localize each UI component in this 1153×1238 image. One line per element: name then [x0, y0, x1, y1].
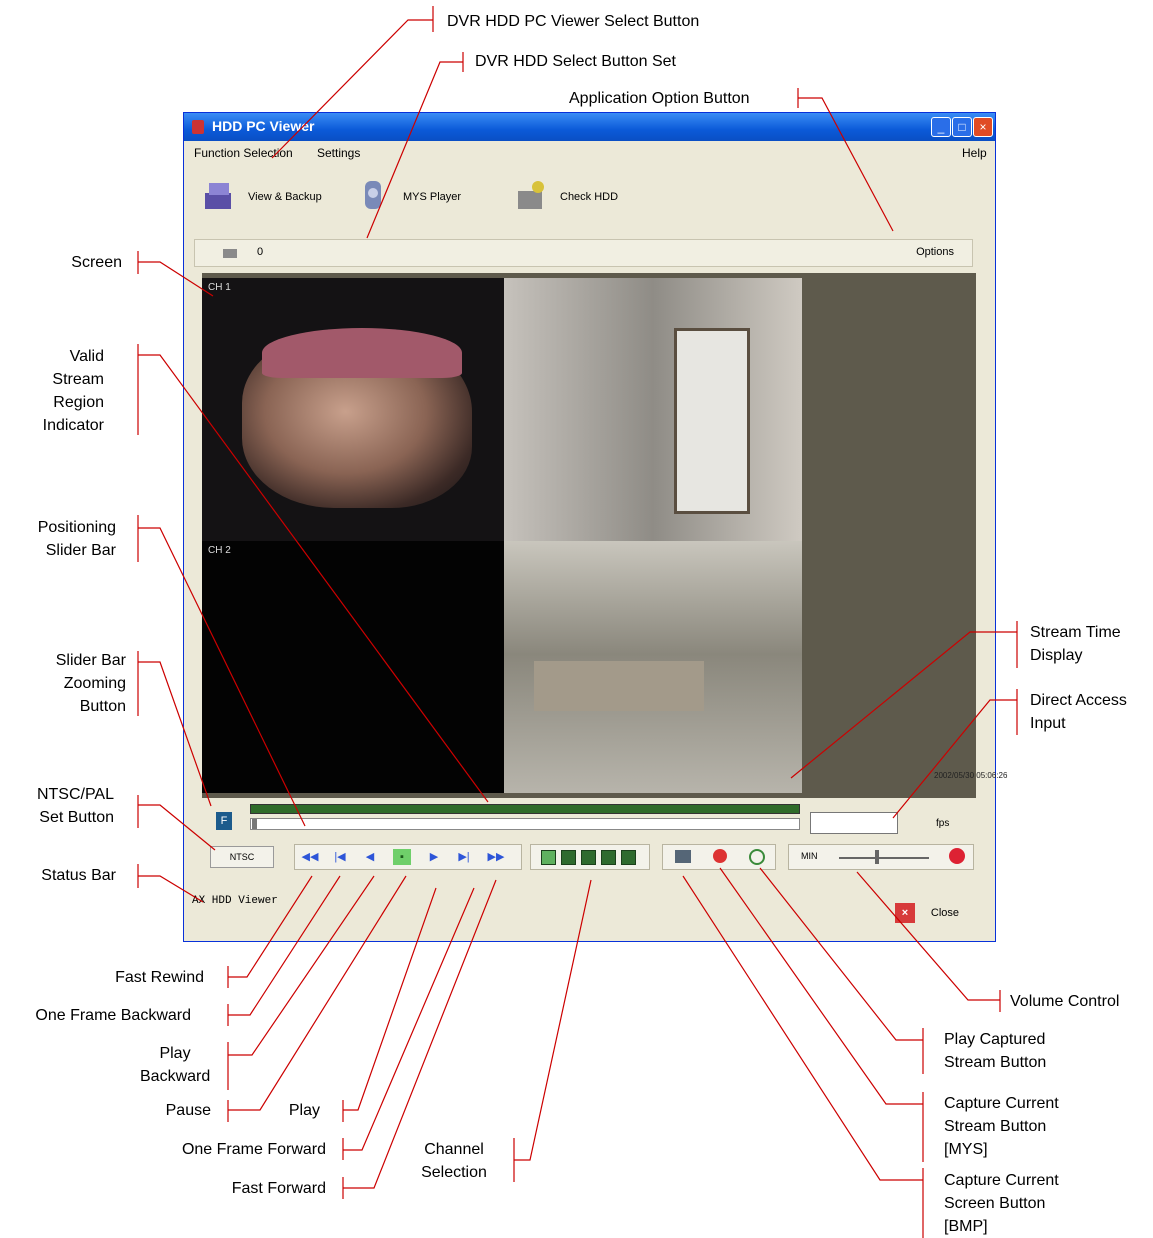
camera-label-1: CH 1 [208, 282, 231, 293]
play-button[interactable]: ▶ [425, 849, 443, 865]
camera-label-2: CH 2 [208, 545, 231, 556]
label-play-backward: Play Backward [140, 1045, 211, 1085]
mute-icon[interactable] [949, 848, 965, 864]
channel-selection-group [530, 844, 650, 870]
camera-view-1: CH 1 [202, 278, 504, 541]
channel-all-button[interactable] [621, 850, 636, 865]
boxes-image [534, 661, 704, 711]
hat-image [262, 328, 462, 378]
label-valid-stream: Valid Stream Region Indicator [42, 348, 104, 434]
transport-group: ◀◀ |◀ ◀ ▪ ▶ ▶| ▶▶ [294, 844, 522, 870]
channel-4-button[interactable] [601, 850, 616, 865]
label-app-option: Application Option Button [569, 90, 750, 107]
hdd-select-bar: 0 Options [194, 239, 973, 267]
view-backup-icon [205, 183, 231, 209]
label-zoom-button: Slider Bar Zooming Button [55, 652, 126, 715]
positioning-slider[interactable] [250, 818, 800, 830]
volume-knob[interactable] [875, 850, 879, 864]
slider-thumb[interactable] [252, 819, 257, 829]
label-pause: Pause [165, 1102, 211, 1119]
label-capture-stream: Capture Current Stream Button [MYS] [944, 1095, 1059, 1158]
direct-access-input[interactable] [810, 812, 898, 834]
capture-stream-button[interactable] [713, 849, 727, 863]
channel-3-button[interactable] [581, 850, 596, 865]
label-play: Play [288, 1102, 320, 1119]
window-title: HDD PC Viewer [212, 118, 315, 134]
video-screen: CH 1 CH 2 2002/05/30 05:06:26 [202, 273, 1007, 798]
label-pc-viewer-select: DVR HDD PC Viewer Select Button [447, 13, 700, 30]
label-stream-time: Stream Time Display [1030, 624, 1121, 664]
hdd-pc-viewer-window: HDD PC Viewer _ □ × Function Selection S… [183, 112, 1007, 942]
play-captured-button[interactable] [749, 849, 765, 865]
menu-settings[interactable]: Settings [317, 146, 360, 160]
playback-controls: F fps NTSC ◀◀ |◀ ◀ ▪ ▶ ▶| ▶▶ MIN [202, 800, 976, 890]
label-volume-control: Volume Control [1010, 993, 1120, 1010]
label-hdd-select-set: DVR HDD Select Button Set [475, 53, 676, 70]
maximize-button[interactable]: □ [952, 117, 972, 137]
valid-stream-indicator [250, 804, 800, 814]
pause-button[interactable]: ▪ [393, 849, 411, 865]
channel-2-button[interactable] [561, 850, 576, 865]
label-positioning: Positioning Slider Bar [37, 519, 116, 559]
label-capture-screen: Capture Current Screen Button [BMP] [944, 1172, 1059, 1235]
ntsc-pal-button[interactable]: NTSC [210, 846, 274, 868]
label-fast-rewind: Fast Rewind [115, 969, 204, 986]
hdd-icon[interactable] [223, 249, 237, 258]
label-status-bar: Status Bar [41, 867, 116, 884]
one-frame-backward-button[interactable]: |◀ [331, 849, 349, 865]
status-bar: AX HDD Viewer × Close [192, 893, 985, 933]
camera-view-3: CH 2 [202, 541, 504, 793]
label-screen: Screen [71, 254, 122, 271]
menu-bar: Function Selection Settings Help [184, 143, 995, 163]
mys-player-icon [365, 181, 381, 209]
door-image [674, 328, 750, 514]
label-direct-access: Direct Access Input [1030, 692, 1127, 732]
label-fast-fwd: Fast Forward [231, 1180, 326, 1197]
close-icon[interactable]: × [895, 903, 915, 923]
close-window-button[interactable]: × [973, 117, 993, 137]
fps-label: fps [936, 818, 950, 829]
label-ntsc: NTSC/PAL Set Button [36, 786, 114, 826]
label-play-captured: Play Captured Stream Button [944, 1031, 1047, 1071]
menu-function-selection[interactable]: Function Selection [194, 146, 293, 160]
capture-group [662, 844, 776, 870]
volume-label: MIN [801, 851, 818, 861]
camera-view-4: 2002/05/30 05:06:26 [504, 541, 1007, 793]
title-bar: HDD PC Viewer _ □ × [184, 113, 995, 141]
fast-forward-button[interactable]: ▶▶ [487, 849, 505, 865]
camera-view-2 [504, 278, 802, 541]
status-text: AX HDD Viewer [192, 895, 278, 907]
label-one-frame-fwd: One Frame Forward [181, 1141, 326, 1158]
capture-screen-button[interactable] [675, 850, 691, 863]
close-button-label[interactable]: Close [931, 907, 959, 919]
label-channel-selection: Channel Selection [421, 1141, 487, 1181]
volume-control: MIN [788, 844, 974, 870]
app-icon [192, 120, 204, 134]
play-backward-button[interactable]: ◀ [361, 849, 379, 865]
volume-slider[interactable] [839, 857, 929, 859]
hdd-number[interactable]: 0 [257, 246, 263, 258]
fast-rewind-button[interactable]: ◀◀ [301, 849, 319, 865]
check-hdd-icon [518, 181, 544, 209]
channel-1-button[interactable] [541, 850, 556, 865]
options-button[interactable]: Options [916, 246, 954, 258]
menu-help[interactable]: Help [962, 146, 987, 160]
one-frame-forward-button[interactable]: ▶| [455, 849, 473, 865]
label-one-frame-back: One Frame Backward [35, 1007, 191, 1024]
stream-time-display: 2002/05/30 05:06:26 [934, 771, 1008, 780]
function-toolbar: View & Backup MYS Player Check HDD [184, 169, 995, 229]
slider-zoom-button[interactable]: F [216, 812, 232, 830]
minimize-button[interactable]: _ [931, 117, 951, 137]
